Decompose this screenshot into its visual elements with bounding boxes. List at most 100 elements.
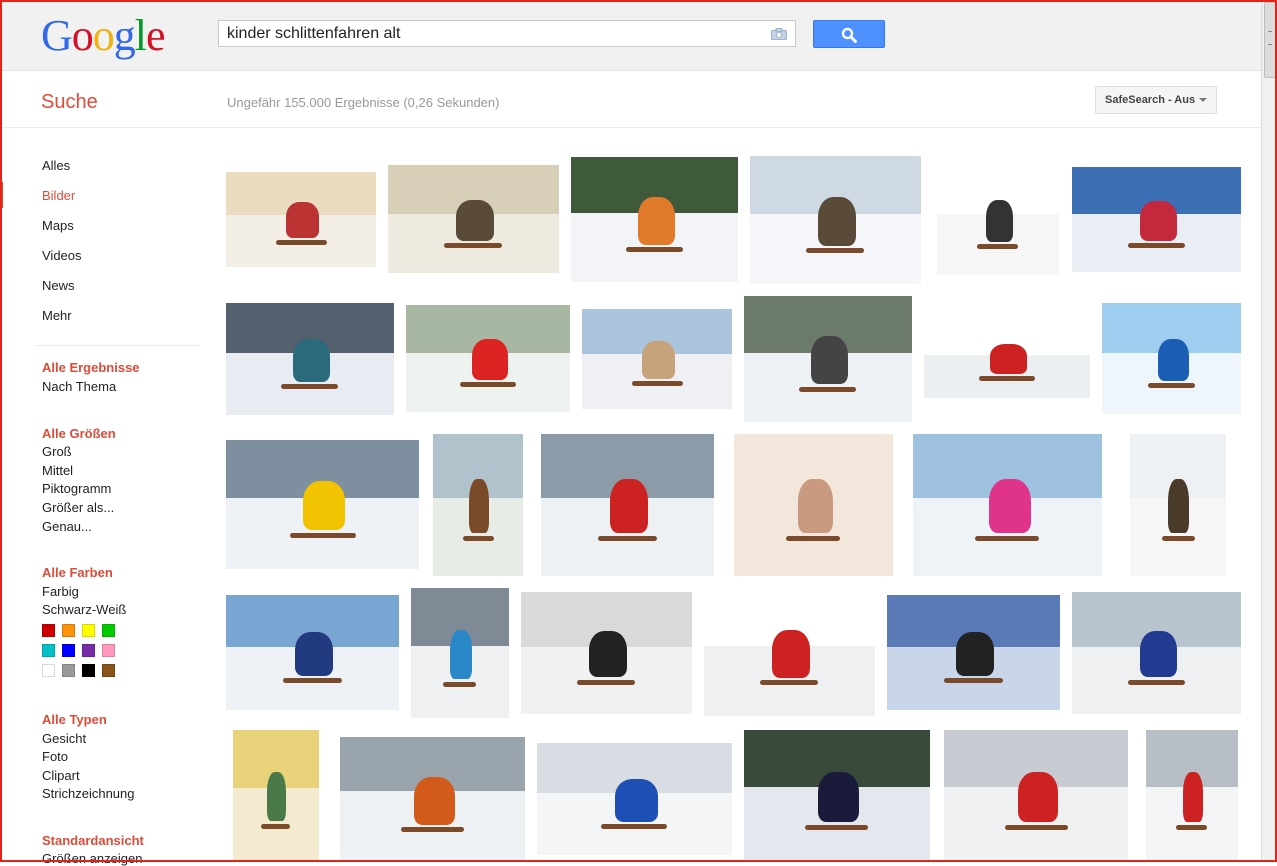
logo-letter: G — [41, 11, 73, 60]
thumbnail-sled — [401, 827, 464, 832]
filter-color-full[interactable]: Farbig — [42, 584, 79, 599]
filter-size-large[interactable]: Groß — [42, 444, 72, 459]
filter-show-sizes[interactable]: Größen anzeigen — [42, 851, 142, 866]
image-result-thumbnail[interactable] — [537, 743, 732, 855]
thumbnail-figure — [295, 632, 333, 676]
filter-size-medium[interactable]: Mittel — [42, 463, 73, 478]
filter-size-exact[interactable]: Genau... — [42, 519, 92, 534]
logo-letter: g — [113, 11, 136, 60]
scrollbar-thumb[interactable] — [1264, 2, 1276, 78]
nav-item-mehr[interactable]: Mehr — [42, 308, 72, 323]
image-result-thumbnail[interactable] — [887, 595, 1060, 710]
nav-item-news[interactable]: News — [42, 278, 75, 293]
camera-icon[interactable] — [771, 28, 787, 40]
image-result-thumbnail[interactable] — [433, 434, 523, 576]
safesearch-button[interactable]: SafeSearch - Aus — [1095, 86, 1217, 114]
nav-item-maps[interactable]: Maps — [42, 218, 74, 233]
color-swatch[interactable] — [62, 624, 75, 637]
image-result-thumbnail[interactable] — [340, 737, 525, 860]
image-result-thumbnail[interactable] — [521, 592, 692, 714]
filter-all-colors[interactable]: Alle Farben — [42, 565, 113, 580]
image-result-thumbnail[interactable] — [411, 588, 509, 718]
filter-size-larger-than[interactable]: Größer als... — [42, 500, 114, 515]
thumbnail-sled — [261, 824, 290, 829]
thumbnail-figure — [638, 197, 675, 245]
image-result-thumbnail[interactable] — [734, 434, 893, 576]
image-result-thumbnail[interactable] — [226, 595, 399, 710]
color-swatch[interactable] — [82, 624, 95, 637]
nav-item-videos[interactable]: Videos — [42, 248, 82, 263]
filter-all-types[interactable]: Alle Typen — [42, 712, 107, 727]
filter-type-face[interactable]: Gesicht — [42, 731, 86, 746]
thumbnail-sled — [460, 382, 516, 387]
thumbnail-sled — [443, 682, 476, 687]
thumbnail-sled — [444, 243, 502, 248]
image-result-thumbnail[interactable] — [226, 440, 419, 569]
google-logo[interactable]: Google — [41, 11, 166, 60]
filter-size-icon[interactable]: Piktogramm — [42, 481, 111, 496]
image-result-thumbnail[interactable] — [406, 305, 570, 412]
filter-type-clipart[interactable]: Clipart — [42, 768, 80, 783]
color-swatch[interactable] — [102, 624, 115, 637]
sub-header: Suche Ungefähr 155.000 Ergebnisse (0,26 … — [0, 71, 1262, 128]
search-input[interactable] — [219, 21, 759, 46]
magnifier-icon — [841, 27, 857, 43]
color-swatch[interactable] — [42, 624, 55, 637]
filter-all-sizes[interactable]: Alle Größen — [42, 426, 116, 441]
image-result-thumbnail[interactable] — [924, 319, 1090, 398]
image-result-thumbnail[interactable] — [1146, 730, 1238, 860]
image-result-thumbnail[interactable] — [388, 165, 559, 273]
filter-color-bw[interactable]: Schwarz-Weiß — [42, 602, 126, 617]
thumbnail-figure — [1140, 631, 1177, 677]
filter-all-results[interactable]: Alle Ergebnisse — [42, 360, 140, 375]
image-result-thumbnail[interactable] — [1072, 167, 1241, 272]
filter-type-lineart[interactable]: Strichzeichnung — [42, 786, 135, 801]
color-swatch[interactable] — [42, 644, 55, 657]
image-result-thumbnail[interactable] — [226, 172, 376, 267]
color-swatch[interactable] — [62, 644, 75, 657]
image-result-thumbnail[interactable] — [937, 165, 1059, 275]
image-result-thumbnail[interactable] — [571, 157, 738, 282]
thumbnail-figure — [450, 630, 472, 679]
thumbnail-figure — [286, 202, 319, 238]
image-result-thumbnail[interactable] — [233, 730, 319, 860]
thumbnail-figure — [990, 344, 1027, 374]
thumbnail-figure — [469, 479, 489, 533]
image-result-thumbnail[interactable] — [750, 156, 921, 284]
chevron-down-icon — [1199, 98, 1208, 103]
thumbnail-figure — [1183, 772, 1203, 822]
thumbnail-figure — [303, 481, 345, 530]
thumbnail-figure — [456, 200, 494, 241]
image-result-thumbnail[interactable] — [582, 309, 732, 409]
filter-type-photo[interactable]: Foto — [42, 749, 68, 764]
image-result-thumbnail[interactable] — [744, 730, 930, 860]
color-swatch[interactable] — [82, 664, 95, 677]
filter-default-view[interactable]: Standardansicht — [42, 833, 144, 848]
filter-by-topic[interactable]: Nach Thema — [42, 379, 116, 394]
image-result-thumbnail[interactable] — [913, 434, 1102, 576]
color-swatch[interactable] — [82, 644, 95, 657]
nav-item-alles[interactable]: Alles — [42, 158, 70, 173]
result-stats: Ungefähr 155.000 Ergebnisse (0,26 Sekund… — [227, 95, 500, 110]
image-result-thumbnail[interactable] — [541, 434, 714, 576]
image-result-thumbnail[interactable] — [1072, 592, 1241, 714]
nav-item-bilder[interactable]: Bilder — [42, 188, 75, 203]
logo-letter: o — [92, 11, 115, 60]
image-result-thumbnail[interactable] — [226, 303, 394, 415]
search-button[interactable] — [813, 20, 885, 48]
thumbnail-figure — [414, 777, 455, 825]
thumbnail-figure — [615, 779, 658, 822]
color-swatch[interactable] — [42, 664, 55, 677]
image-result-thumbnail[interactable] — [944, 730, 1128, 860]
image-result-thumbnail[interactable] — [1102, 303, 1241, 414]
image-result-thumbnail[interactable] — [744, 296, 912, 422]
image-result-thumbnail[interactable] — [1130, 434, 1226, 576]
image-result-thumbnail[interactable] — [704, 589, 875, 716]
thumbnail-sled — [577, 680, 635, 685]
logo-letter: e — [146, 11, 166, 60]
color-swatch[interactable] — [102, 664, 115, 677]
thumbnail-sled — [1162, 536, 1195, 541]
color-swatch[interactable] — [62, 664, 75, 677]
color-swatch[interactable] — [102, 644, 115, 657]
vertical-scrollbar[interactable] — [1261, 0, 1277, 862]
